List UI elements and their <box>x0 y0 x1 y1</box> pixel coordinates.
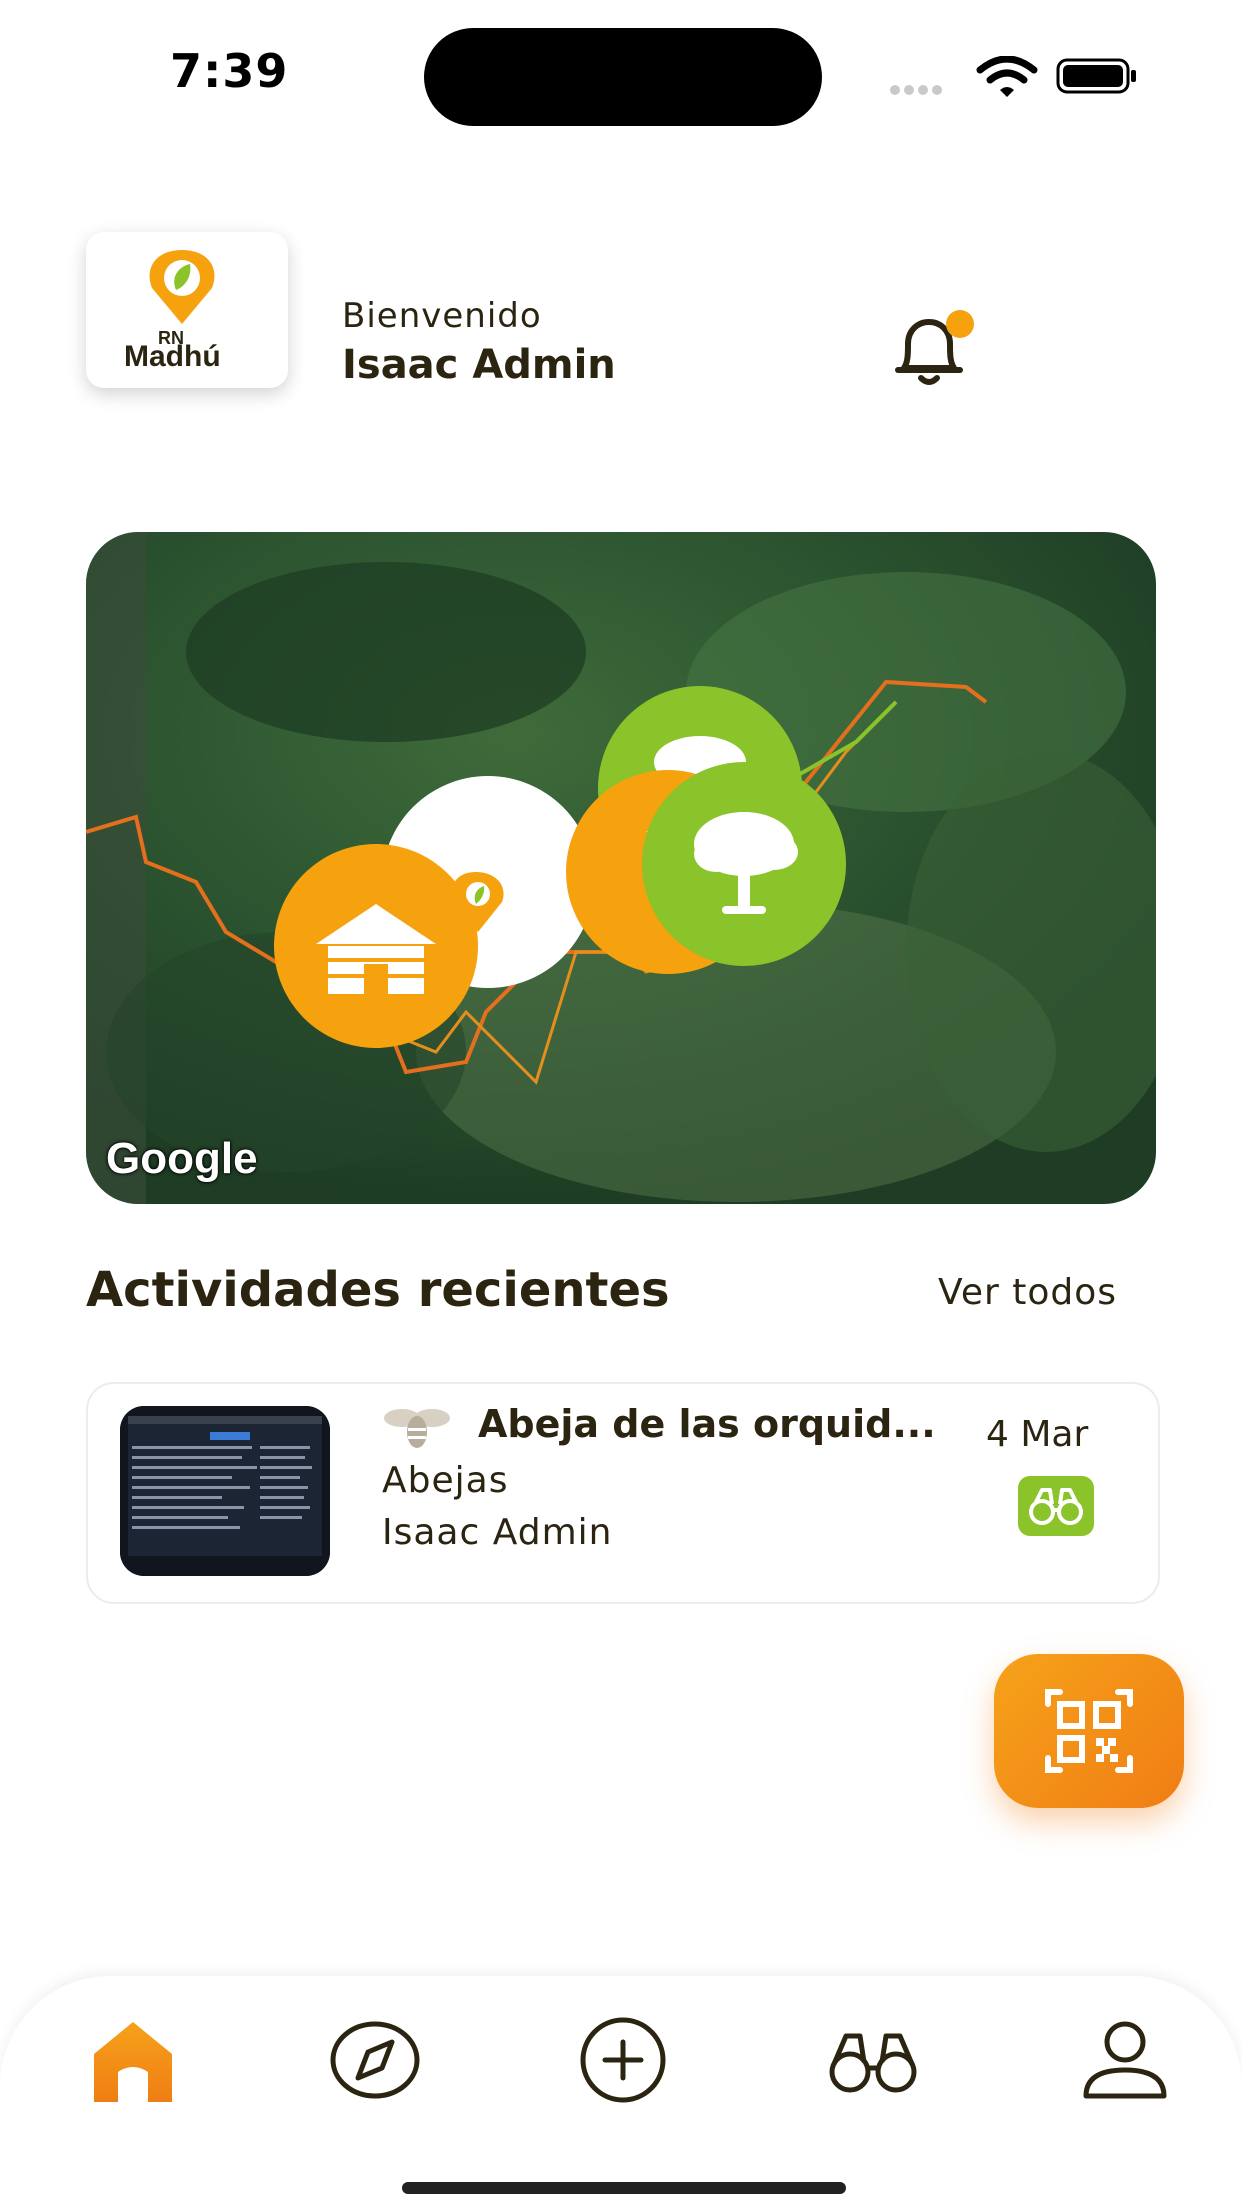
map-view[interactable] <box>86 532 1156 1204</box>
nav-observations[interactable] <box>818 2010 928 2110</box>
logo-text-bottom: Madhú <box>124 340 221 373</box>
activity-thumbnail <box>120 1406 330 1576</box>
cellular-signal-icon <box>890 80 946 99</box>
map-attribution: Google <box>106 1134 258 1183</box>
battery-icon <box>1056 58 1136 94</box>
activity-user: Isaac Admin <box>382 1512 613 1553</box>
user-name: Isaac Admin <box>342 342 616 388</box>
see-all-link[interactable]: Ver todos <box>938 1272 1117 1313</box>
bee-icon <box>384 1409 450 1448</box>
logo-pin-icon: RN Madhú <box>124 250 221 373</box>
qr-scan-button[interactable] <box>994 1654 1184 1808</box>
wifi-icon <box>976 56 1038 97</box>
compass-icon <box>330 2021 420 2099</box>
satellite-map[interactable] <box>86 532 1156 1204</box>
plus-circle-icon <box>580 2017 666 2103</box>
nav-add[interactable] <box>568 2010 678 2110</box>
home-indicator <box>402 2182 846 2194</box>
app-logo: RN Madhú <box>86 232 288 388</box>
nav-explore[interactable] <box>320 2010 430 2110</box>
profile-icon <box>1083 2021 1167 2099</box>
activity-title: Abeja de las orquid... <box>478 1402 936 1446</box>
section-title: Actividades recientes <box>86 1262 670 1318</box>
activity-date: 4 Mar <box>986 1414 1089 1455</box>
greeting-label: Bienvenido <box>342 296 542 336</box>
nav-home[interactable] <box>78 2010 188 2110</box>
dynamic-island <box>424 28 822 126</box>
nav-profile[interactable] <box>1070 2010 1180 2110</box>
activity-category: Abejas <box>382 1460 509 1501</box>
qr-scan-icon <box>1045 1689 1133 1773</box>
home-icon <box>94 2022 172 2102</box>
status-time: 7:39 <box>170 44 289 98</box>
binoculars-icon <box>829 2033 917 2093</box>
notification-badge <box>946 310 974 338</box>
binoculars-icon <box>1018 1476 1094 1536</box>
